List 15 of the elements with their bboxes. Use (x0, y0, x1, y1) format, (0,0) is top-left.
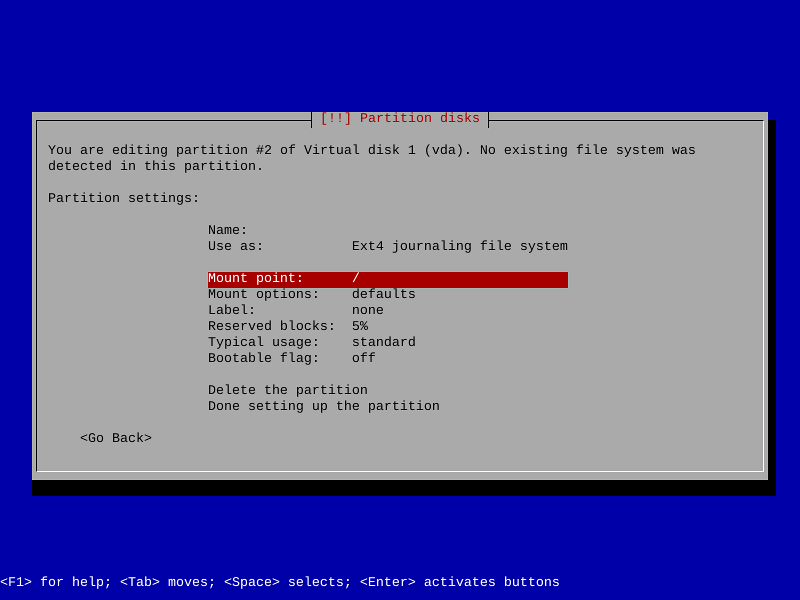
section-label: Partition settings: (48, 192, 201, 208)
menu-item[interactable]: Typical usage: standard (208, 336, 568, 352)
dialog-title: [!!] Partition disks (311, 112, 489, 128)
go-back-button[interactable]: <Go Back> (80, 432, 152, 448)
menu-item[interactable]: Reserved blocks: 5% (208, 320, 568, 336)
menu-item[interactable]: Mount options: defaults (208, 288, 568, 304)
menu-item[interactable]: Name: (208, 224, 568, 240)
message-text: You are editing partition #2 of Virtual disk 1 (vda). No existing file system was detected in this partition. (48, 144, 697, 176)
help-text: <F1> for help; <Tab> moves; <Space> selects; <Enter> activates buttons (0, 576, 561, 593)
menu-item[interactable]: Label: none (208, 304, 568, 320)
menu-item[interactable]: Bootable flag: off (208, 352, 568, 368)
menu-item[interactable]: Use as: Ext4 journaling file system (208, 240, 568, 256)
menu-item[interactable]: Done setting up the partition (208, 400, 568, 416)
menu-item[interactable]: Delete the partition (208, 384, 568, 400)
menu-item[interactable]: Mount point: / (208, 272, 568, 288)
